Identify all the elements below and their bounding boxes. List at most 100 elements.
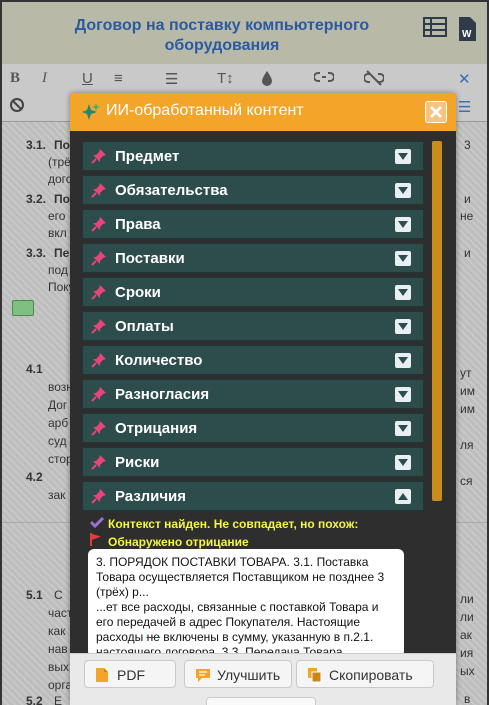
doc-line-text: ут: [460, 366, 472, 380]
pin-icon: [91, 250, 107, 266]
pin-icon: [91, 284, 107, 300]
text-size-button[interactable]: T↕: [217, 70, 234, 87]
expand-icon[interactable]: [395, 353, 411, 368]
doc-line-text: ия: [460, 646, 474, 660]
modal-header: ИИ-обработанный контент: [70, 93, 456, 131]
close-modal-button[interactable]: [425, 101, 447, 123]
pin-icon: [91, 454, 107, 470]
pdf-button-label: PDF: [117, 667, 145, 683]
snippet-line-1: 3. ПОРЯДОК ПОСТАВКИ ТОВАРА. 3.1. Поставк…: [96, 555, 385, 599]
doc-line-number: 3.1.: [26, 138, 47, 152]
doc-line-text: По: [54, 138, 70, 152]
section-postavki[interactable]: Поставки: [82, 243, 424, 273]
list-button[interactable]: ☰: [165, 70, 178, 88]
section-kolichestvo[interactable]: Количество: [82, 345, 424, 375]
menu-icon[interactable]: ☰: [458, 98, 471, 116]
copy-button[interactable]: Скопировать: [296, 660, 434, 688]
expand-icon[interactable]: [395, 251, 411, 266]
ai-content-modal: ИИ-обработанный контент Предмет Обязател…: [70, 93, 456, 705]
doc-line-text: ак: [460, 628, 472, 642]
pin-icon: [91, 216, 107, 232]
doc-line-text: 3: [464, 138, 471, 152]
section-predmet[interactable]: Предмет: [82, 141, 424, 171]
status-negation: Обнаружено отрицание: [90, 533, 249, 549]
doc-line-text: ых: [460, 664, 475, 678]
expand-icon[interactable]: [395, 217, 411, 232]
expand-icon[interactable]: [395, 421, 411, 436]
doc-line-text: и: [464, 192, 471, 206]
doc-line-text: им: [460, 402, 475, 416]
doc-line-text: ли: [460, 610, 474, 624]
section-razlichiya[interactable]: Различия: [82, 481, 424, 511]
pdf-button[interactable]: PDF: [84, 660, 176, 688]
doc-line-text: С: [54, 588, 63, 602]
clear-format-icon[interactable]: [10, 98, 24, 116]
doc-line-text: вкл: [48, 226, 67, 240]
section-label: Различия: [115, 488, 187, 505]
link-icon[interactable]: [313, 70, 335, 88]
expand-icon[interactable]: [395, 387, 411, 402]
section-sroki[interactable]: Сроки: [82, 277, 424, 307]
doc-line-text: част: [48, 606, 73, 620]
document-icon: [95, 667, 109, 683]
expand-icon[interactable]: [395, 149, 411, 164]
modal-body: Предмет Обязательства Права Поставки Сро: [70, 131, 456, 661]
word-export-icon[interactable]: W: [457, 16, 483, 42]
section-raznoglasiya[interactable]: Разногласия: [82, 379, 424, 409]
modal-footer: PDF Улучшить Скопировать: [70, 653, 456, 705]
color-drop-icon[interactable]: [260, 70, 274, 90]
expand-icon[interactable]: [395, 319, 411, 334]
underline-button[interactable]: U: [82, 70, 93, 87]
scrollbar[interactable]: [432, 141, 442, 501]
section-obyazatelstva[interactable]: Обязательства: [82, 175, 424, 205]
expand-icon[interactable]: [395, 455, 411, 470]
chat-icon: [195, 667, 210, 683]
bold-button[interactable]: B: [10, 70, 20, 87]
pin-icon: [91, 318, 107, 334]
checkbox-icon[interactable]: [12, 300, 34, 316]
doc-line-text: в: [464, 692, 471, 705]
align-button[interactable]: ≡: [114, 70, 123, 87]
copy-button-label: Скопировать: [329, 667, 413, 683]
check-icon: [89, 516, 105, 531]
doc-line-text: стор: [48, 452, 73, 466]
section-otricaniya[interactable]: Отрицания: [82, 413, 424, 443]
pin-icon: [91, 386, 107, 402]
pin-icon: [91, 148, 107, 164]
section-oplaty[interactable]: Оплаты: [82, 311, 424, 341]
collapse-icon[interactable]: [395, 489, 411, 504]
section-riski[interactable]: Риски: [82, 447, 424, 477]
doc-line-text: ля: [460, 438, 474, 452]
doc-line-text: им: [460, 384, 475, 398]
section-label: Предмет: [115, 148, 180, 165]
footer-tab[interactable]: [206, 697, 316, 705]
doc-line-number: 5.1: [26, 588, 43, 602]
unlink-icon[interactable]: [363, 70, 385, 90]
document-header: Договор на поставку компьютерного оборуд…: [2, 2, 487, 64]
doc-line-text: его: [48, 209, 66, 223]
table-icon[interactable]: [423, 16, 449, 42]
italic-button[interactable]: I: [42, 70, 47, 87]
expand-icon[interactable]: [395, 183, 411, 198]
doc-line-text: и: [464, 246, 471, 260]
section-label: Разногласия: [115, 386, 210, 403]
doc-line-text: орга: [48, 678, 73, 692]
section-prava[interactable]: Права: [82, 209, 424, 239]
doc-line-text: ся: [460, 474, 473, 488]
expand-icon[interactable]: [395, 285, 411, 300]
copy-icon: [307, 667, 322, 683]
status-context-found: Контекст найден. Не совпадает, но похож:: [89, 516, 358, 531]
doc-line-text: Дог: [48, 398, 68, 412]
doc-line-text: вых: [48, 660, 69, 674]
doc-line-text: как: [48, 624, 66, 638]
doc-line-text: под: [48, 263, 68, 277]
pin-icon: [91, 420, 107, 436]
improve-button[interactable]: Улучшить: [184, 660, 292, 688]
doc-line-number: 3.2.: [26, 192, 47, 206]
section-label: Риски: [115, 454, 160, 471]
modal-title: ИИ-обработанный контент: [106, 102, 304, 119]
doc-line-text: суд: [48, 434, 67, 448]
close-toolbar-icon[interactable]: ✕: [458, 70, 471, 88]
doc-line-number: 4.2: [26, 470, 43, 484]
section-label: Поставки: [115, 250, 185, 267]
